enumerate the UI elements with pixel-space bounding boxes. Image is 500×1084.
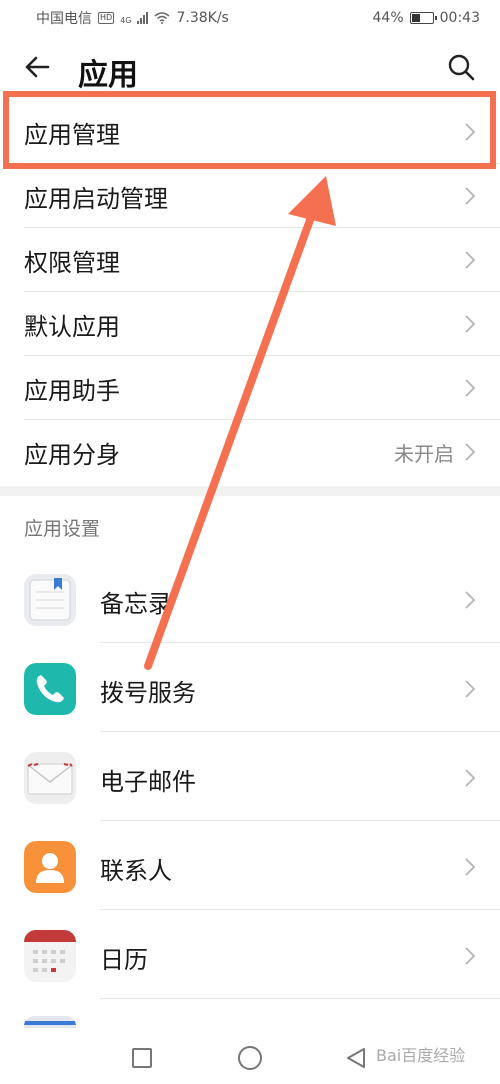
page-title: 应用 [78,58,138,93]
chevron-right-icon [465,591,476,609]
section-title: 应用设置 [24,518,101,540]
app-twin-status: 未开启 [394,441,454,466]
hd-badge: HD [98,12,115,24]
contact-icon [24,841,76,893]
menu-item-label: 默认应用 [24,312,120,341]
app-label: 备忘录 [100,590,172,618]
status-bar: 中国电信 HD 4G 7.38K/s 44% 00:43 [0,0,500,36]
wifi-icon [154,12,170,24]
highlight-box [3,91,496,169]
network-speed: 7.38K/s [176,10,229,26]
status-right: 44% 00:43 [373,10,480,26]
menu-item-app-twin[interactable]: 应用分身 未开启 [0,420,500,484]
app-label: 拨号服务 [100,679,196,707]
envelope-icon [24,752,76,804]
chevron-right-icon [465,379,476,397]
divider [100,998,500,999]
menu-item-default-apps[interactable]: 默认应用 [0,292,500,356]
app-item-contacts[interactable]: 联系人 [0,821,500,910]
arrow-left-icon[interactable] [22,52,52,82]
battery-percent: 44% [372,10,404,26]
calendar-icon [24,930,76,982]
notepad-icon [24,574,76,626]
home-icon[interactable] [238,1046,262,1070]
chevron-right-icon [465,251,476,269]
network-type: 4G [120,16,132,25]
chevron-right-icon [465,443,476,461]
app-item-partial [24,1016,76,1028]
app-label: 电子邮件 [100,768,196,796]
chevron-right-icon [465,187,476,205]
clock: 00:43 [439,10,480,26]
chevron-right-icon [465,947,476,965]
chevron-right-icon [465,769,476,787]
menu-item-label: 应用启动管理 [24,184,168,213]
menu-item-label: 应用分身 [24,440,120,469]
watermark: Bai百度经验 [376,1046,466,1065]
phone-icon [24,663,76,715]
menu-item-app-startup-management[interactable]: 应用启动管理 [0,164,500,228]
app-item-dialer[interactable]: 拨号服务 [0,643,500,732]
status-left: 中国电信 HD 4G 7.38K/s [36,8,229,28]
chevron-right-icon [465,315,476,333]
menu-item-permission-management[interactable]: 权限管理 [0,228,500,292]
chevron-right-icon [465,680,476,698]
menu-item-label: 应用助手 [24,376,120,405]
app-item-calendar[interactable]: 日历 [0,910,500,999]
app-item-email[interactable]: 电子邮件 [0,732,500,821]
app-label: 联系人 [100,857,172,885]
back-triangle-icon[interactable] [344,1046,368,1070]
chevron-right-icon [465,858,476,876]
section-gap [0,486,500,496]
navigation-bar: Bai百度经验 [0,1030,500,1084]
app-label: 日历 [100,946,148,974]
signal-icon [137,12,149,24]
app-list: 备忘录 拨号服务 电子邮件 联系人 日历 [0,554,500,999]
menu-item-label: 权限管理 [24,248,120,277]
app-item-notepad[interactable]: 备忘录 [0,554,500,643]
menu-item-app-assistant[interactable]: 应用助手 [0,356,500,420]
carrier-name: 中国电信 [36,11,92,27]
recent-apps-icon[interactable] [132,1048,152,1068]
battery-icon [409,12,437,24]
search-icon[interactable] [446,52,476,82]
